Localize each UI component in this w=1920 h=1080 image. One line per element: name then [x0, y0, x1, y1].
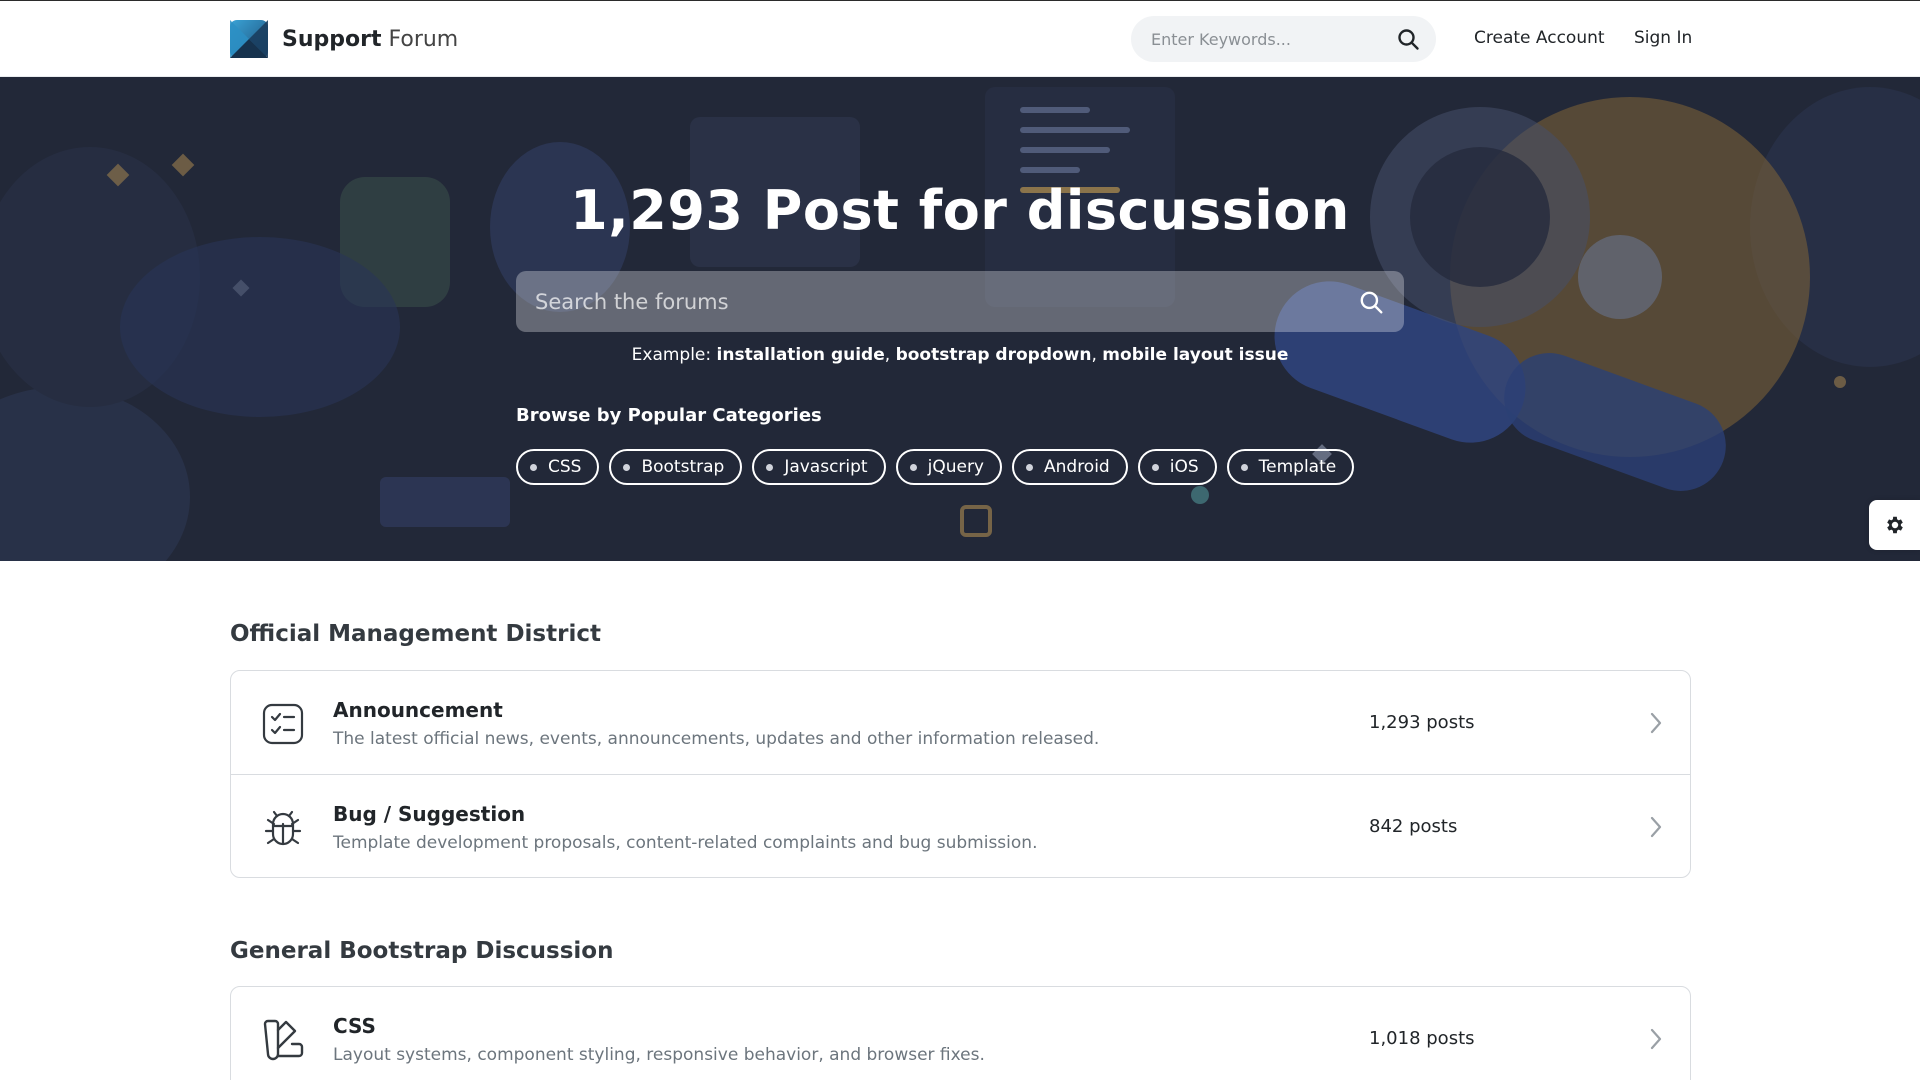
forum-post-count: 842 posts: [1369, 816, 1458, 837]
checklist-icon: [262, 703, 304, 745]
chip-label: jQuery: [927, 457, 984, 477]
create-account-link[interactable]: Create Account: [1474, 28, 1605, 48]
chip-label: Bootstrap: [641, 457, 725, 477]
chip-dot-icon: [1240, 463, 1248, 471]
chip-label: Template: [1258, 457, 1337, 477]
forum-description: Layout systems, component styling, respo…: [333, 1045, 985, 1065]
category-chip-bootstrap[interactable]: Bootstrap: [609, 449, 743, 485]
category-chip-template[interactable]: Template: [1226, 449, 1355, 485]
chip-dot-icon: [1151, 463, 1159, 471]
example-link[interactable]: bootstrap dropdown: [896, 345, 1092, 365]
brand-name-light: Forum: [388, 26, 459, 52]
examples-separator: ,: [884, 345, 896, 365]
category-chip-css[interactable]: CSS: [516, 449, 600, 485]
example-link[interactable]: mobile layout issue: [1102, 345, 1288, 365]
forum-post-count: 1,293 posts: [1369, 712, 1475, 733]
forum-search: [516, 271, 1404, 332]
gear-icon: [1886, 516, 1903, 534]
forum-row-announcement[interactable]: Announcement The latest official news, e…: [231, 671, 1690, 774]
forum-description: Template development proposals, content-…: [333, 833, 1038, 853]
header-search: [1131, 16, 1436, 62]
browse-categories-label: Browse by Popular Categories: [516, 405, 822, 426]
category-chip-javascript[interactable]: Javascript: [752, 449, 886, 485]
forum-title: Bug / Suggestion: [333, 802, 526, 826]
brand-logo-icon: [230, 20, 268, 58]
category-chip-jquery[interactable]: jQuery: [895, 449, 1002, 485]
chip-dot-icon: [909, 463, 917, 471]
search-examples: Example: installation guide, bootstrap d…: [0, 345, 1920, 365]
settings-toggle-button[interactable]: [1869, 500, 1920, 550]
brand-name-bold: Support: [282, 26, 382, 52]
forum-title: CSS: [333, 1014, 376, 1038]
chip-label: Javascript: [784, 457, 868, 477]
hero-title: 1,293 Post for discussion: [570, 179, 1350, 242]
hero-banner: 1,293 Post for discussion Example: insta…: [0, 77, 1920, 561]
forum-list: CSS Layout systems, component styling, r…: [230, 986, 1691, 1080]
examples-separator: ,: [1091, 345, 1103, 365]
sign-in-link[interactable]: Sign In: [1634, 28, 1692, 48]
section-title: Official Management District: [230, 621, 601, 647]
examples-prefix: Example:: [631, 345, 712, 365]
chip-label: iOS: [1169, 457, 1199, 477]
swatch-icon: [263, 1019, 304, 1061]
category-chip-android[interactable]: Android: [1012, 449, 1128, 485]
chevron-right-icon: [1650, 712, 1662, 734]
chip-dot-icon: [623, 463, 631, 471]
forum-title: Announcement: [333, 698, 503, 722]
navbar: Support Forum Create Account Sign In: [0, 1, 1920, 77]
forum-description: The latest official news, events, announ…: [333, 729, 1100, 749]
forum-search-input[interactable]: [516, 271, 1316, 332]
header-search-input[interactable]: [1131, 16, 1381, 62]
forum-post-count: 1,018 posts: [1369, 1028, 1475, 1049]
chip-dot-icon: [530, 463, 537, 471]
brand-link[interactable]: Support Forum: [230, 19, 458, 59]
chip-dot-icon: [766, 463, 774, 471]
brand-name: Support Forum: [282, 27, 458, 52]
category-chip-ios[interactable]: iOS: [1137, 449, 1217, 485]
chevron-right-icon: [1650, 1028, 1662, 1050]
example-link[interactable]: installation guide: [717, 345, 885, 365]
chip-dot-icon: [1026, 463, 1033, 471]
forum-list: Announcement The latest official news, e…: [230, 670, 1691, 878]
chip-label: Android: [1044, 457, 1110, 477]
forum-row-css[interactable]: CSS Layout systems, component styling, r…: [231, 987, 1690, 1080]
section-title: General Bootstrap Discussion: [230, 938, 614, 964]
search-icon[interactable]: [1396, 27, 1420, 51]
search-icon[interactable]: [1358, 289, 1384, 315]
bug-icon: [264, 810, 302, 846]
category-chips: CSS Bootstrap Javascript jQuery Android …: [516, 449, 1355, 485]
forum-row-bug-suggestion[interactable]: Bug / Suggestion Template development pr…: [231, 774, 1690, 877]
chevron-right-icon: [1650, 816, 1662, 838]
chip-label: CSS: [548, 457, 582, 477]
